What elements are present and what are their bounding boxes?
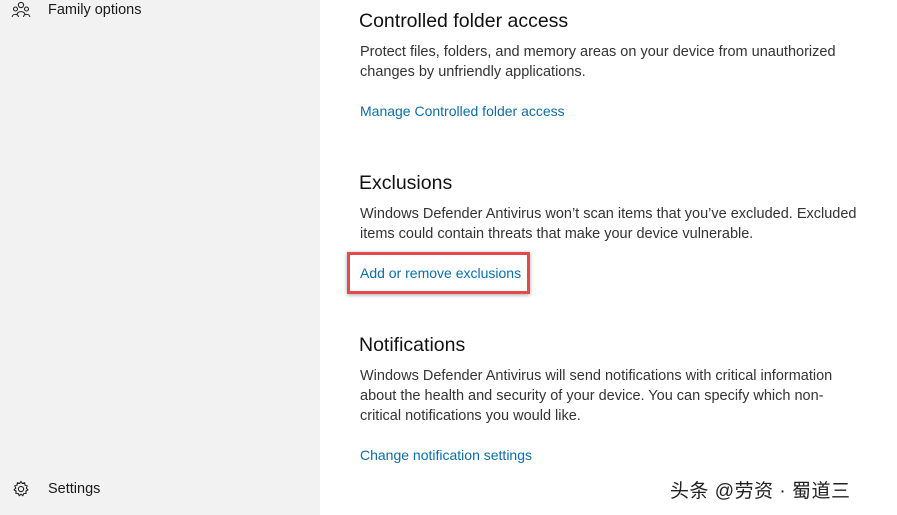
change-notification-settings-link[interactable]: Change notification settings	[360, 447, 532, 463]
sidebar-item-settings[interactable]: Settings	[0, 471, 320, 507]
controlled-folder-access-title: Controlled folder access	[359, 10, 569, 32]
gear-icon	[11, 479, 31, 499]
sidebar-item-label: Family options	[48, 2, 142, 18]
manage-controlled-folder-access-link[interactable]: Manage Controlled folder access	[360, 103, 565, 119]
controlled-folder-access-description: Protect files, folders, and memory areas…	[360, 44, 836, 80]
exclusions-title: Exclusions	[359, 172, 453, 194]
sidebar-item-family-options[interactable]: Family options	[0, 0, 320, 28]
family-icon	[11, 0, 31, 20]
add-remove-exclusions-link[interactable]: Add or remove exclusions	[360, 265, 521, 281]
watermark: 头条 @劳资 · 蜀道三	[670, 481, 851, 502]
notifications-title: Notifications	[359, 334, 466, 356]
main-content: Controlled folder access Protect files, …	[320, 0, 897, 515]
windows-security-window: Family options Settings Controlled folde…	[0, 0, 897, 515]
exclusions-description: Windows Defender Antivirus won’t scan it…	[360, 206, 857, 242]
sidebar-item-label: Settings	[48, 481, 101, 497]
sidebar: Family options Settings	[0, 0, 320, 515]
notifications-description: Windows Defender Antivirus will send not…	[360, 368, 833, 424]
